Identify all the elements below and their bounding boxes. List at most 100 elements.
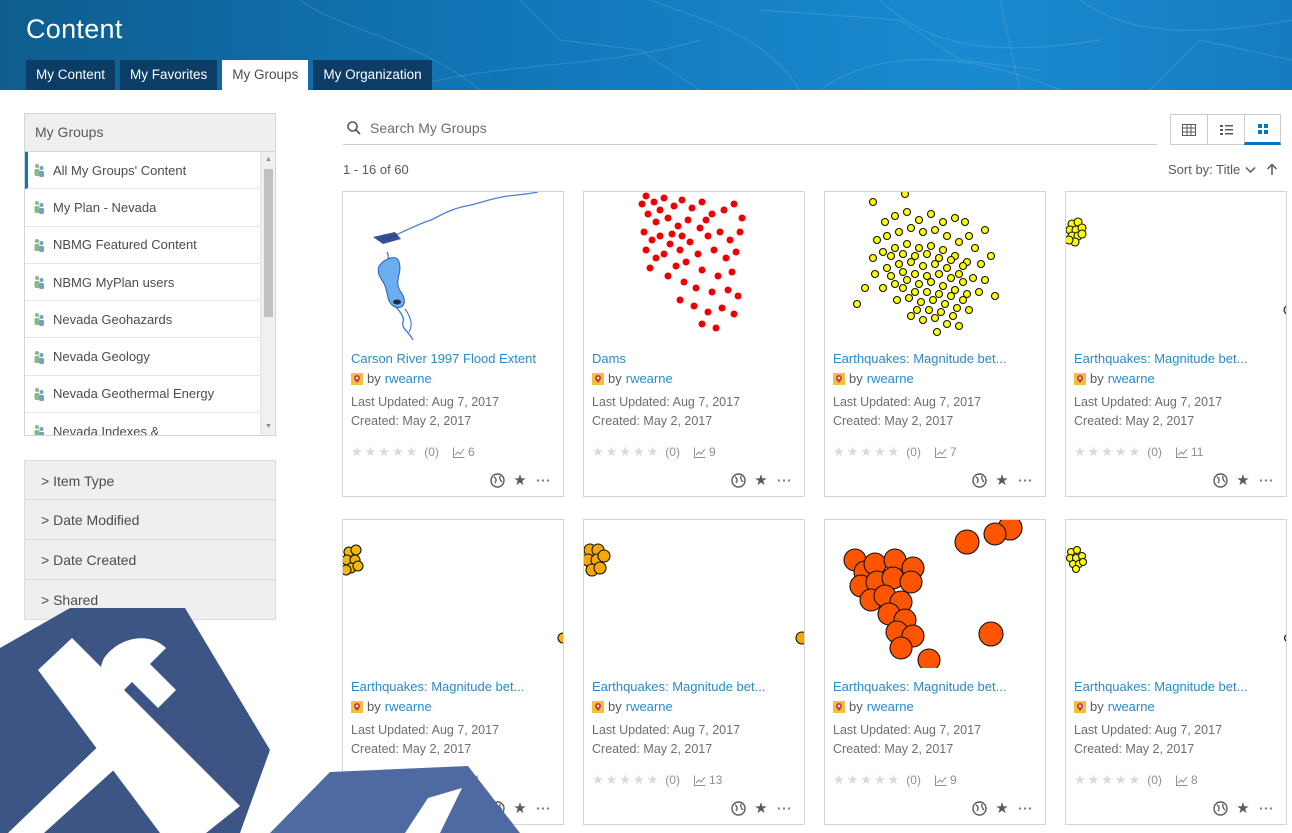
item-card[interactable]: Earthquakes: Magnitude bet... by rwearne … [824,519,1046,825]
group-item-nevada-indexes[interactable]: Nevada Indexes & [25,413,261,435]
filter-date-created[interactable]: > Date Created [24,540,276,580]
rating-stars[interactable]: ★★★★★ [592,444,660,460]
views-chart-icon [1175,447,1188,458]
group-item-nevada-geothermal[interactable]: Nevada Geothermal Energy [25,376,261,414]
favorite-star-icon[interactable]: ★ [992,799,1012,817]
thumbnail[interactable] [825,520,1045,668]
owner-link[interactable]: rwearne [1108,371,1155,386]
thumbnail[interactable] [584,520,804,668]
tab-my-groups[interactable]: My Groups [222,60,309,90]
feature-layer-icon [592,700,604,713]
item-title-link[interactable]: Earthquakes: Magnitude bet... [1074,351,1280,366]
scroll-thumb[interactable] [264,169,273,317]
owner-link[interactable]: rwearne [626,371,673,386]
item-card[interactable]: Dams by rwearne Last Updated: Aug 7, 2017… [583,191,805,497]
globe-icon[interactable] [969,799,989,817]
list-view-button[interactable] [1207,114,1244,145]
earthquake-small-cluster-thumbnail [1066,217,1286,315]
item-title-link[interactable]: Carson River 1997 Flood Extent [351,351,557,366]
scroll-down-icon[interactable]: ▼ [261,419,276,435]
more-options-icon[interactable]: ⋯ [774,471,794,489]
filter-shared[interactable]: > Shared [24,580,276,620]
filter-label: Date Created [53,552,137,568]
more-options-icon[interactable]: ⋯ [1256,471,1276,489]
more-options-icon[interactable]: ⋯ [533,799,553,817]
item-card[interactable]: Earthquakes: Magnitude bet... by rwearne … [1065,519,1287,825]
group-item-nevada-geology[interactable]: Nevada Geology [25,338,261,376]
tab-my-content[interactable]: My Content [26,60,116,90]
rating-count: (0) [1147,773,1162,787]
favorite-star-icon[interactable]: ★ [992,471,1012,489]
favorite-star-icon[interactable]: ★ [1233,799,1253,817]
sort-dropdown[interactable]: Sort by: Title [1168,162,1279,177]
filter-item-type[interactable]: > Item Type [24,460,276,500]
more-options-icon[interactable]: ⋯ [774,799,794,817]
more-options-icon[interactable]: ⋯ [1015,799,1035,817]
search-input[interactable] [370,120,1130,136]
item-card[interactable]: Earthquakes: Magnitude bet... by rwearne … [583,519,805,825]
item-title-link[interactable]: Dams [592,351,798,366]
favorite-star-icon[interactable]: ★ [510,471,530,489]
group-item-nbmg-myplan-users[interactable]: NBMG MyPlan users [25,264,261,302]
item-title-link[interactable]: Earthquakes: Magnitude bet... [351,679,557,694]
favorite-star-icon[interactable]: ★ [1233,471,1253,489]
thumbnail[interactable] [343,520,563,668]
tab-my-organization[interactable]: My Organization [313,60,432,90]
item-title-link[interactable]: Earthquakes: Magnitude bet... [833,679,1039,694]
globe-icon[interactable] [728,471,748,489]
item-card[interactable]: Earthquakes: Magnitude bet... by rwearne … [342,519,564,825]
groups-scrollbar[interactable]: ▲ ▼ [260,152,275,435]
owner-prefix: by [367,371,381,386]
group-icon [34,425,44,435]
rating-stars[interactable]: ★★★★★ [1074,772,1142,788]
owner-link[interactable]: rwearne [385,371,432,386]
owner-link[interactable]: rwearne [385,699,432,714]
rating-stars[interactable]: ★★★★★ [833,444,901,460]
thumbnail[interactable] [584,192,804,340]
favorite-star-icon[interactable]: ★ [510,799,530,817]
item-title-link[interactable]: Earthquakes: Magnitude bet... [592,679,798,694]
item-card[interactable]: Carson River 1997 Flood Extent by rwearne… [342,191,564,497]
grid-view-button[interactable] [1244,114,1281,145]
owner-link[interactable]: rwearne [1108,699,1155,714]
globe-icon[interactable] [1210,471,1230,489]
scroll-up-icon[interactable]: ▲ [261,152,276,168]
owner-link[interactable]: rwearne [867,699,914,714]
rating-stars[interactable]: ★★★★★ [833,772,901,788]
item-card[interactable]: Earthquakes: Magnitude bet... by rwearne … [1065,191,1287,497]
filter-date-modified[interactable]: > Date Modified [24,500,276,540]
globe-icon[interactable] [969,471,989,489]
group-item-nevada-geohazards[interactable]: Nevada Geohazards [25,301,261,339]
thumbnail[interactable] [1066,192,1286,340]
globe-icon[interactable] [487,471,507,489]
item-card[interactable]: Earthquakes: Magnitude bet... by rwearne … [824,191,1046,497]
globe-icon[interactable] [1210,799,1230,817]
rating-stars[interactable]: ★★★★★ [1074,444,1142,460]
owner-link[interactable]: rwearne [626,699,673,714]
thumbnail[interactable] [1066,520,1286,668]
more-options-icon[interactable]: ⋯ [1015,471,1035,489]
favorite-star-icon[interactable]: ★ [751,799,771,817]
thumbnail[interactable] [343,192,563,340]
table-view-button[interactable] [1170,114,1207,145]
more-options-icon[interactable]: ⋯ [533,471,553,489]
more-options-icon[interactable]: ⋯ [1256,799,1276,817]
group-item-nbmg-featured[interactable]: NBMG Featured Content [25,227,261,264]
rating-stars[interactable]: ★★★★★ [351,444,419,460]
globe-icon[interactable] [728,799,748,817]
favorite-star-icon[interactable]: ★ [751,471,771,489]
rating-stars[interactable]: ★★★★★ [351,772,419,788]
item-title-link[interactable]: Earthquakes: Magnitude bet... [833,351,1039,366]
item-title-link[interactable]: Earthquakes: Magnitude bet... [1074,679,1280,694]
feature-layer-icon [351,700,363,713]
group-item-all-content[interactable]: All My Groups' Content [25,152,261,190]
last-updated: Last Updated: Aug 7, 2017 [833,395,982,409]
thumbnail[interactable] [825,192,1045,340]
sort-ascending-icon[interactable] [1265,163,1279,176]
rating-stars[interactable]: ★★★★★ [592,772,660,788]
view-switcher [1170,114,1281,145]
globe-icon[interactable] [487,799,507,817]
group-item-my-plan-nevada[interactable]: My Plan - Nevada [25,189,261,227]
owner-link[interactable]: rwearne [867,371,914,386]
tab-my-favorites[interactable]: My Favorites [120,60,218,90]
